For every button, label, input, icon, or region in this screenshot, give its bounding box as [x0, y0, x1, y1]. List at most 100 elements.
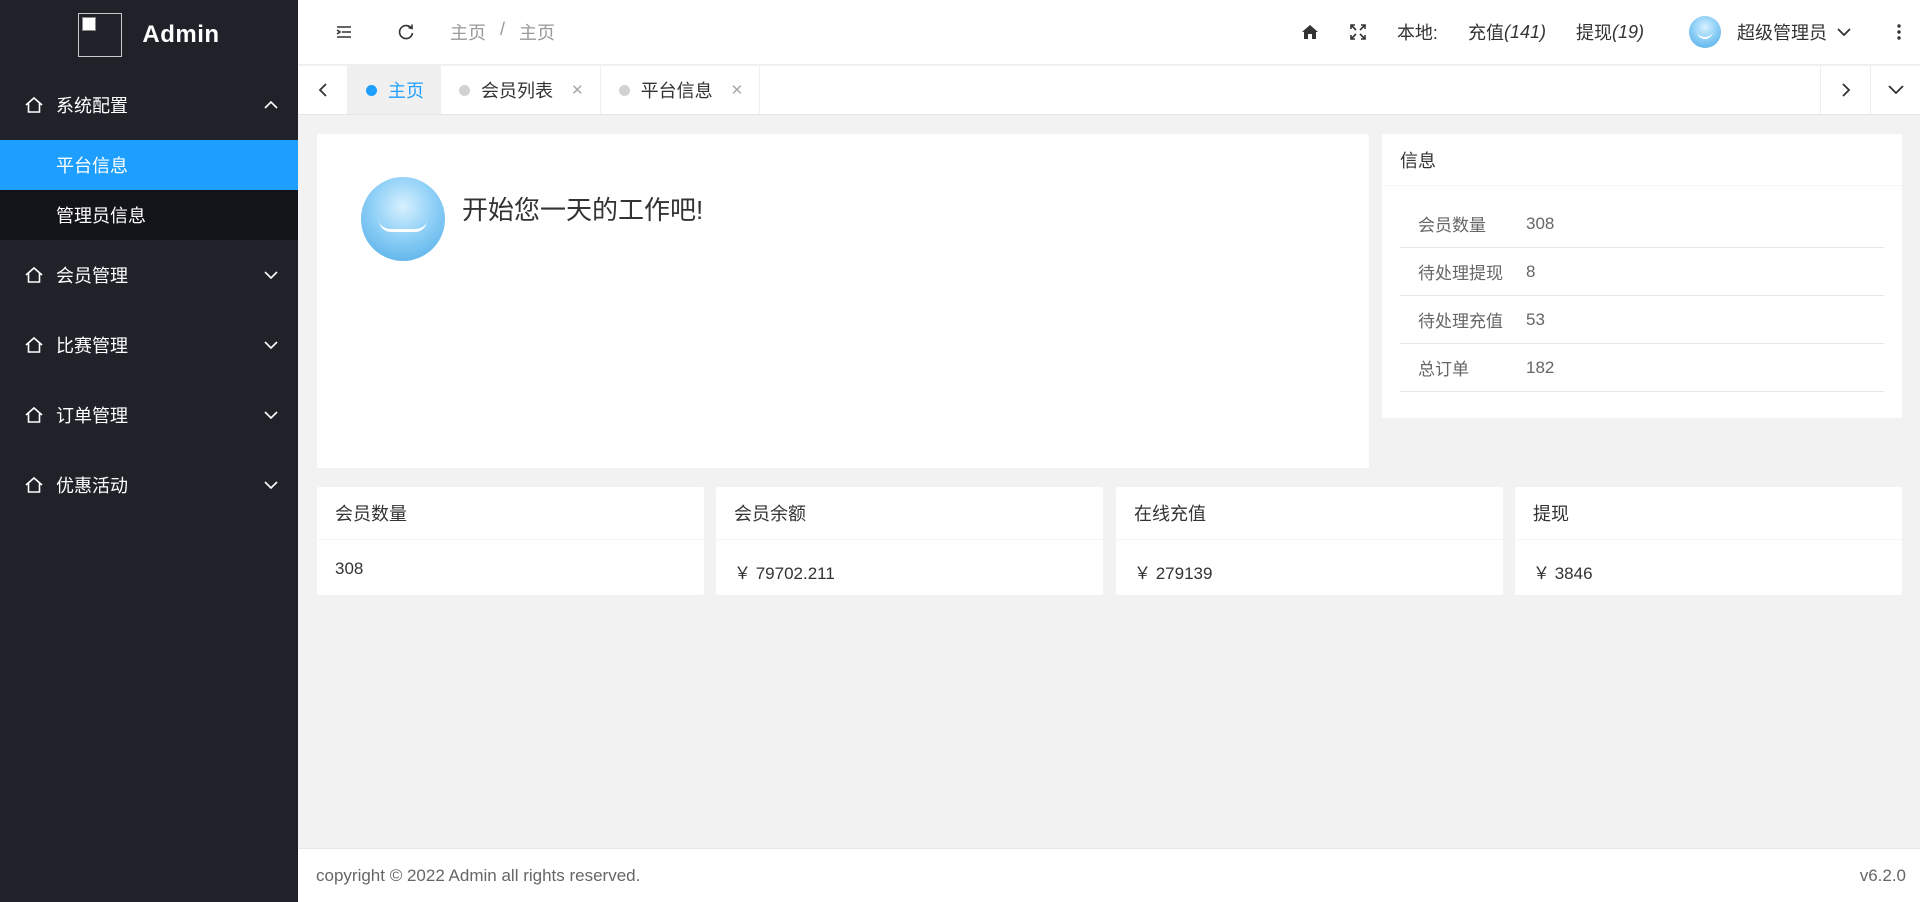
info-table: 会员数量 308 待处理提现 8 待处理充值 53 总订单 182 — [1400, 200, 1884, 392]
menu-fold-icon[interactable] — [324, 12, 364, 52]
stat-card-online-recharge: 在线充值 ￥ 279139 — [1116, 487, 1503, 595]
tab-home[interactable]: 主页 — [348, 66, 441, 114]
stat-value: ￥ 79702.211 — [734, 564, 835, 583]
info-value: 308 — [1526, 213, 1555, 233]
sidebar-group-label: 会员管理 — [56, 266, 128, 286]
stat-title: 在线充值 — [1116, 487, 1503, 540]
sidebar-group-system-config[interactable]: 系统配置 — [0, 70, 298, 140]
tab-actions-dropdown[interactable] — [1870, 66, 1920, 114]
user-menu[interactable]: 超级管理员 — [1659, 0, 1868, 64]
info-value: 8 — [1526, 261, 1536, 281]
tab-platform-info[interactable]: 平台信息 ✕ — [601, 66, 761, 114]
stat-value: ￥ 279139 — [1134, 564, 1213, 583]
close-icon[interactable]: ✕ — [571, 81, 584, 99]
local-label: 本地: — [1396, 23, 1438, 43]
info-key: 待处理充值 — [1418, 312, 1503, 331]
withdraw-label: 提现 — [1575, 23, 1612, 43]
breadcrumb-item[interactable]: 主页 — [450, 19, 486, 45]
tab-label: 会员列表 — [481, 81, 553, 101]
info-key: 待处理提现 — [1418, 264, 1503, 283]
tab-dot — [459, 84, 470, 96]
stat-title: 提现 — [1515, 487, 1902, 540]
breadcrumb-separator: / — [500, 19, 506, 39]
info-value: 53 — [1526, 309, 1545, 329]
stat-title: 会员余额 — [716, 487, 1103, 540]
info-value: 182 — [1526, 357, 1555, 377]
welcome-avatar — [361, 177, 445, 261]
sidebar-group-label: 订单管理 — [56, 406, 128, 426]
table-row: 会员数量 308 — [1400, 200, 1884, 248]
home-icon — [24, 95, 44, 115]
sidebar-group-label: 比赛管理 — [56, 336, 128, 356]
stat-card-withdraw: 提现 ￥ 3846 — [1515, 487, 1902, 595]
sidebar-group-order-management[interactable]: 订单管理 — [0, 380, 298, 450]
table-row: 待处理充值 53 — [1400, 296, 1884, 344]
sidebar-group-promotions[interactable]: 优惠活动 — [0, 450, 298, 520]
chevron-down-icon — [262, 406, 280, 424]
top-header: 主页 / 主页 本地: 充值 (141) 提现 (19) 超级管理员 — [298, 0, 1920, 65]
withdraw-link[interactable]: 提现 (19) — [1561, 0, 1659, 64]
info-key: 会员数量 — [1418, 216, 1486, 235]
welcome-message: 开始您一天的工作吧! — [462, 195, 704, 225]
welcome-card: 开始您一天的工作吧! — [317, 134, 1369, 468]
table-row: 待处理提现 8 — [1400, 248, 1884, 296]
sidebar-group-member-management[interactable]: 会员管理 — [0, 240, 298, 310]
tab-dot — [618, 84, 630, 96]
info-key: 总订单 — [1418, 360, 1469, 379]
stat-card-member-count: 会员数量 308 — [317, 487, 704, 595]
stat-value: 308 — [335, 559, 364, 578]
withdraw-count: (19) — [1611, 21, 1644, 42]
chevron-down-icon — [262, 476, 280, 494]
tab-dot — [366, 84, 377, 96]
sidebar-item-admin-info[interactable]: 管理员信息 — [0, 190, 298, 240]
logo-image — [78, 13, 123, 57]
home-icon — [24, 335, 44, 355]
chevron-down-icon — [262, 266, 280, 284]
sidebar-submenu: 平台信息 管理员信息 — [0, 140, 298, 240]
fullscreen-button[interactable] — [1334, 0, 1382, 64]
recharge-count: (141) — [1503, 21, 1546, 42]
chevron-right-icon — [1838, 82, 1854, 98]
tab-scroll-left-button[interactable] — [298, 66, 348, 114]
home-button[interactable] — [1286, 0, 1334, 64]
info-card: 信息 会员数量 308 待处理提现 8 待处理充值 53 总订单 182 — [1382, 134, 1902, 418]
more-vertical-icon — [1896, 23, 1902, 41]
more-button[interactable] — [1868, 0, 1920, 64]
table-row: 总订单 182 — [1400, 344, 1884, 392]
chevron-left-icon — [315, 82, 331, 98]
chevron-down-icon — [1835, 23, 1853, 41]
tab-label: 平台信息 — [640, 81, 713, 101]
tab-scroll-right-button[interactable] — [1820, 66, 1870, 114]
tab-bar: 主页 会员列表 ✕ 平台信息 ✕ — [298, 66, 1920, 115]
chevron-up-icon — [262, 96, 280, 114]
sidebar-item-platform-info[interactable]: 平台信息 — [0, 140, 298, 190]
sidebar: Admin 系统配置 平台信息 管理员信息 会员管理 比赛管理 订单管理 优惠活… — [0, 0, 298, 902]
avatar — [1689, 16, 1721, 48]
user-name: 超级管理员 — [1737, 23, 1827, 43]
chevron-down-icon — [1887, 81, 1905, 99]
stat-card-member-balance: 会员余额 ￥ 79702.211 — [716, 487, 1103, 595]
fullscreen-icon — [1349, 23, 1367, 41]
logo-text: Admin — [142, 21, 220, 48]
copyright-text: copyright © 2022 Admin all rights reserv… — [316, 865, 641, 885]
info-card-title: 信息 — [1382, 134, 1902, 186]
home-icon — [24, 475, 44, 495]
sidebar-group-label: 系统配置 — [56, 96, 128, 116]
refresh-icon[interactable] — [386, 12, 426, 52]
chevron-down-icon — [262, 336, 280, 354]
home-filled-icon — [1301, 23, 1319, 41]
stat-value: ￥ 3846 — [1533, 564, 1593, 583]
recharge-link[interactable]: 充值 (141) — [1453, 0, 1561, 64]
sidebar-group-label: 优惠活动 — [56, 476, 128, 496]
home-icon — [24, 265, 44, 285]
home-icon — [24, 405, 44, 425]
close-icon[interactable]: ✕ — [731, 81, 744, 99]
footer: copyright © 2022 Admin all rights reserv… — [298, 848, 1920, 902]
breadcrumb-item: 主页 — [519, 23, 556, 43]
sidebar-group-match-management[interactable]: 比赛管理 — [0, 310, 298, 380]
tab-member-list[interactable]: 会员列表 ✕ — [441, 66, 601, 114]
tab-list: 主页 会员列表 ✕ 平台信息 ✕ — [348, 66, 1820, 114]
version-text: v6.2.0 — [1859, 865, 1906, 885]
logo[interactable]: Admin — [0, 0, 298, 70]
stat-title: 会员数量 — [317, 487, 704, 540]
